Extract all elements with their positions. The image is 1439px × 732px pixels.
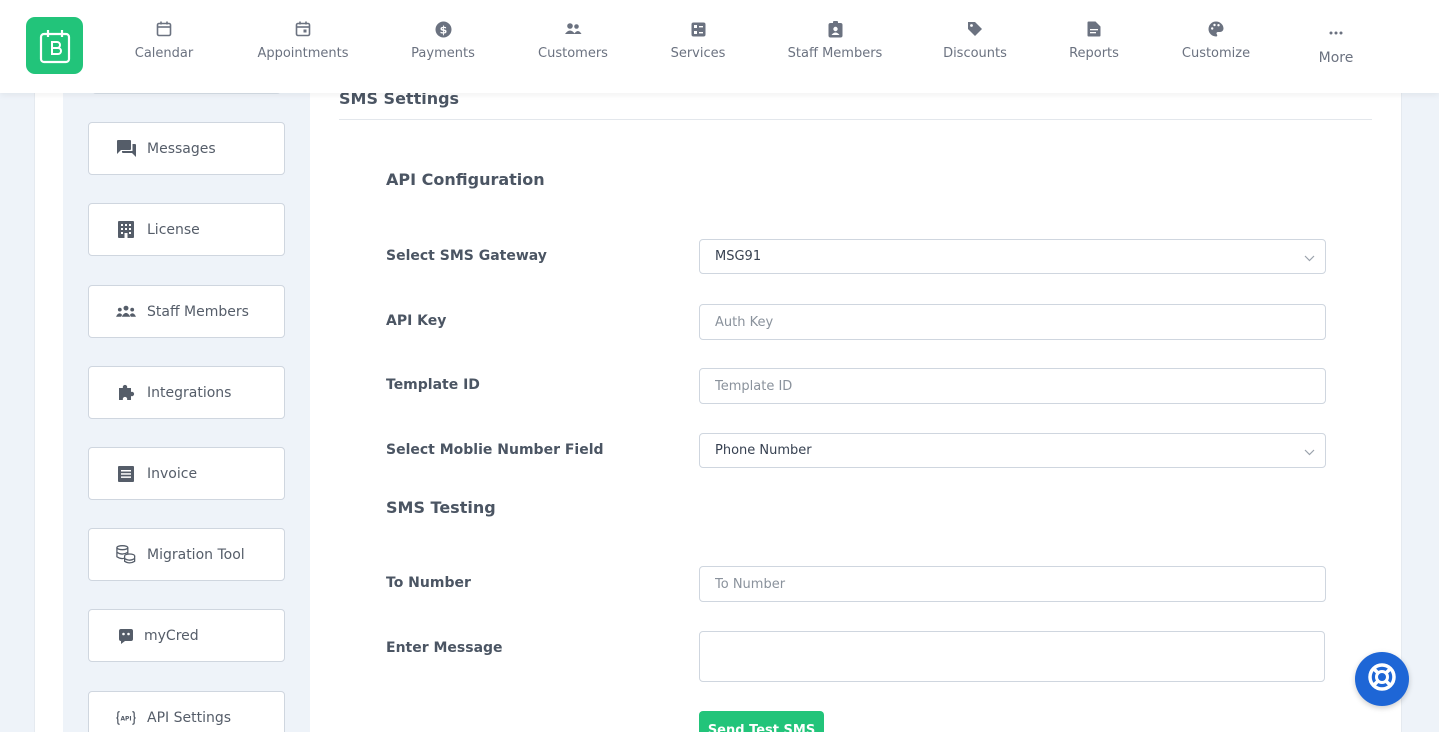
nav-label: Calendar: [134, 46, 194, 61]
svg-text:API: API: [120, 716, 131, 722]
nav-item-more[interactable]: More: [1266, 24, 1406, 74]
invoice-icon: [116, 464, 136, 484]
nav-label: Customers: [538, 46, 608, 61]
nav-label: Services: [670, 46, 726, 61]
calendar-icon: [155, 20, 173, 38]
api-key-label: API Key: [386, 313, 447, 329]
puzzle-icon: [116, 383, 136, 403]
main-nav: Calendar Appointments $ Payments Custome…: [104, 0, 1384, 93]
nav-label: Staff Members: [787, 46, 883, 61]
gateway-label: Select SMS Gateway: [386, 248, 547, 264]
chevron-down-icon: [1304, 445, 1315, 460]
logo-icon: [39, 29, 70, 63]
tag-icon: [966, 20, 984, 38]
nav-label: Appointments: [257, 46, 349, 61]
nav-item-appointments[interactable]: Appointments: [233, 20, 373, 70]
lifebuoy-icon: [1366, 661, 1398, 697]
sidebar-item-license[interactable]: License: [88, 203, 285, 256]
nav-item-payments[interactable]: $ Payments: [373, 20, 513, 70]
chevron-down-icon: [1304, 251, 1315, 266]
nav-item-customize[interactable]: Customize: [1146, 20, 1286, 70]
sms-gateway-select[interactable]: MSG91: [699, 239, 1326, 274]
nav-label: Reports: [1069, 46, 1119, 61]
top-navbar: Calendar Appointments $ Payments Custome…: [0, 0, 1439, 93]
title-divider: [339, 119, 1372, 120]
group-icon: [116, 302, 136, 322]
nav-label: Customize: [1181, 46, 1251, 61]
sidebar-item-label: License: [147, 221, 200, 238]
dollar-circle-icon: $: [434, 20, 452, 38]
sidebar-item-messages[interactable]: Messages: [88, 122, 285, 175]
sidebar-item-api-settings[interactable]: API API Settings: [88, 691, 285, 732]
database-icon: [116, 545, 136, 565]
mobile-field-label: Select Moblie Number Field: [386, 442, 604, 458]
to-number-input[interactable]: [699, 566, 1326, 602]
nav-item-customers[interactable]: Customers: [503, 20, 643, 70]
message-textarea[interactable]: [699, 631, 1325, 682]
message-label: Enter Message: [386, 640, 503, 656]
app-logo[interactable]: [26, 17, 83, 74]
nav-label: More: [1318, 50, 1354, 66]
svg-text:$: $: [439, 23, 447, 36]
sidebar-item-label: Integrations: [147, 384, 232, 401]
calendar-check-icon: [294, 20, 312, 38]
api-icon: API: [116, 708, 136, 728]
template-id-input[interactable]: [699, 368, 1326, 404]
sidebar-item-mycred[interactable]: myCred: [88, 609, 285, 662]
send-test-sms-button[interactable]: Send Test SMS: [699, 711, 824, 732]
chat-icon: [116, 139, 136, 159]
sidebar-item-label: myCred: [144, 627, 199, 644]
sidebar-item-label: Invoice: [147, 465, 198, 482]
nav-item-reports[interactable]: Reports: [1024, 20, 1164, 70]
sidebar-item-label: Messages: [147, 140, 216, 157]
badge-icon: [826, 20, 844, 38]
sidebar-item-label: Staff Members: [147, 303, 249, 320]
sidebar-item-invoice[interactable]: Invoice: [88, 447, 285, 500]
section-title-sms-testing: SMS Testing: [386, 498, 496, 517]
building-icon: [116, 220, 136, 240]
sidebar-item-staff-members[interactable]: Staff Members: [88, 285, 285, 338]
report-icon: [1085, 20, 1103, 38]
to-number-label: To Number: [386, 575, 471, 591]
sidebar-item-label: Migration Tool: [147, 546, 245, 563]
nav-label: Discounts: [943, 46, 1007, 61]
services-grid-icon: [689, 20, 707, 38]
template-id-label: Template ID: [386, 377, 480, 393]
sidebar-item-migration-tool[interactable]: Migration Tool: [88, 528, 285, 581]
api-key-input[interactable]: [699, 304, 1326, 340]
sms-gateway-value: MSG91: [715, 249, 762, 264]
more-dots-icon: [1327, 24, 1345, 42]
palette-icon: [1207, 20, 1225, 38]
nav-item-services[interactable]: Services: [628, 20, 768, 70]
nav-item-staff-members[interactable]: Staff Members: [765, 20, 905, 70]
people-icon: [564, 20, 582, 38]
mobile-number-field-select[interactable]: Phone Number: [699, 433, 1326, 468]
sidebar-item-label: API Settings: [147, 709, 232, 726]
mobile-number-field-value: Phone Number: [715, 443, 812, 458]
sidebar-item-integrations[interactable]: Integrations: [88, 366, 285, 419]
help-button[interactable]: [1355, 652, 1409, 706]
section-title-api-configuration: API Configuration: [386, 170, 545, 189]
nav-label: Payments: [411, 46, 475, 61]
mycred-icon: [116, 626, 136, 646]
nav-item-calendar[interactable]: Calendar: [94, 20, 234, 70]
